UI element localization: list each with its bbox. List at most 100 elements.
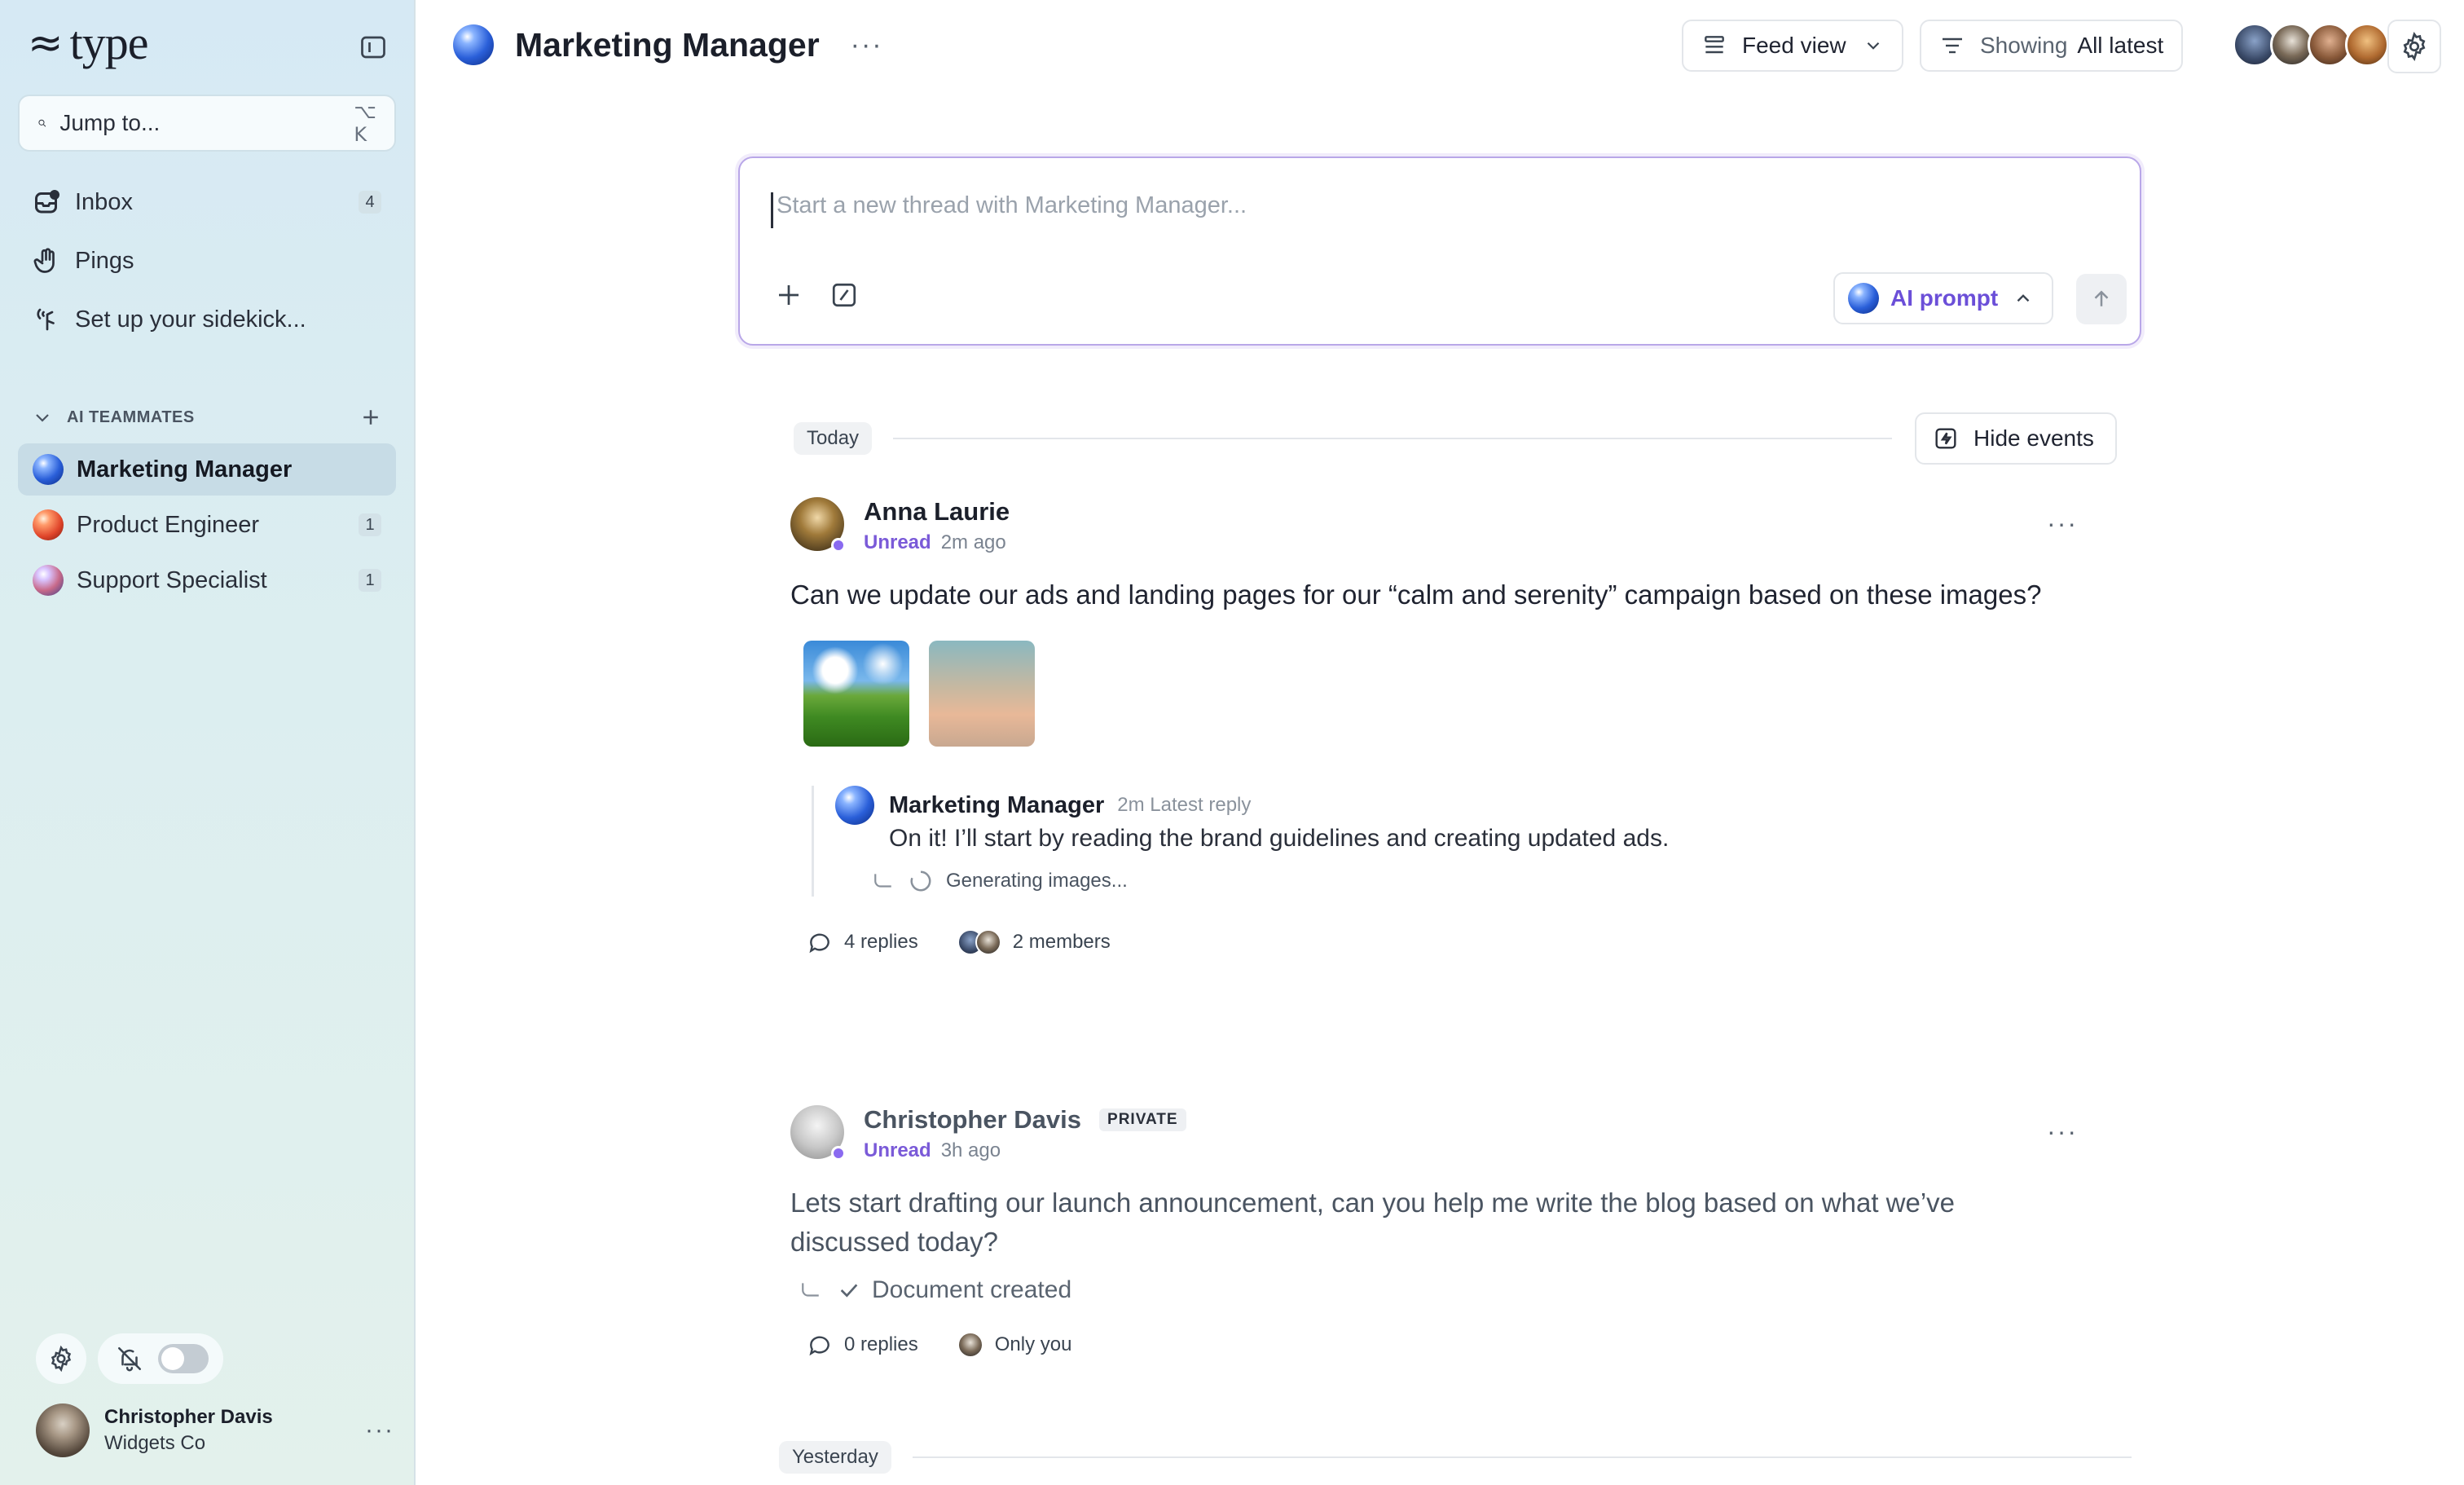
feed-list-icon xyxy=(1705,36,1724,54)
app-logo[interactable]: ≈ type xyxy=(28,19,148,68)
more-icon[interactable]: ··· xyxy=(2047,509,2078,539)
product-engineer-orb-icon xyxy=(33,509,64,540)
more-icon[interactable]: ··· xyxy=(365,1417,394,1444)
latest-reply[interactable]: Marketing Manager 2m Latest reply On it!… xyxy=(812,786,2078,897)
thread-post[interactable]: Anna Laurie Unread 2m ago ··· Can we upda… xyxy=(790,497,2078,955)
divider-line xyxy=(912,1456,2132,1458)
sidebar-item-sidekick[interactable]: Set up your sidekick... xyxy=(18,293,396,346)
attachment-gallery xyxy=(803,641,2078,747)
unread-status: Unread xyxy=(864,1139,931,1161)
showing-filter-button[interactable]: Showing All latest xyxy=(1920,20,2184,72)
jump-shortcut: ⌥ K xyxy=(354,100,376,146)
post-time: 2m ago xyxy=(940,531,1006,553)
member-avatars[interactable] xyxy=(2233,23,2389,67)
sidebar-item-support-specialist[interactable]: Support Specialist 1 xyxy=(18,554,396,606)
inbox-badge: 4 xyxy=(359,191,381,214)
channel-settings-button[interactable] xyxy=(2387,20,2441,73)
member-avatars[interactable] xyxy=(957,929,1001,955)
event-text: Generating images... xyxy=(946,870,1128,892)
product-engineer-badge: 1 xyxy=(359,513,381,536)
reply-author: Marketing Manager xyxy=(889,791,1105,818)
day-divider-today: Today xyxy=(794,422,1893,455)
wave-hand-icon xyxy=(33,248,55,273)
notifications-switch[interactable] xyxy=(158,1344,209,1373)
chevron-down-icon[interactable] xyxy=(33,408,52,427)
inbox-icon xyxy=(35,190,59,214)
user-org: Widgets Co xyxy=(104,1432,206,1454)
avatar xyxy=(957,1332,983,1358)
reply-hook-icon xyxy=(874,874,891,888)
showing-label: Showing xyxy=(1980,33,2068,58)
sidebar-item-label: Support Specialist xyxy=(77,566,267,593)
ai-prompt-button[interactable]: AI prompt xyxy=(1833,272,2054,324)
image-attachment[interactable] xyxy=(803,641,909,747)
more-icon[interactable]: ··· xyxy=(2047,1117,2078,1147)
more-icon[interactable]: ··· xyxy=(851,29,883,61)
avatar xyxy=(790,1105,846,1161)
jump-to-search[interactable]: ⌥ K xyxy=(18,95,396,152)
unread-dot xyxy=(831,538,846,553)
post-author: Christopher Davis xyxy=(864,1105,1082,1134)
check-icon xyxy=(840,1284,858,1298)
post-time: 3h ago xyxy=(940,1139,1001,1161)
sidebar-item-product-engineer[interactable]: Product Engineer 1 xyxy=(18,499,396,551)
private-badge: PRIVATE xyxy=(1099,1108,1186,1131)
feed-view-button[interactable]: Feed view xyxy=(1682,20,1903,72)
reply-text: On it! I’ll start by reading the brand g… xyxy=(889,825,1670,852)
day-divider-yesterday: Yesterday xyxy=(779,1441,2132,1474)
sidebar-toggle-icon[interactable] xyxy=(359,33,388,62)
events-icon xyxy=(1935,428,1956,449)
ai-orb-icon xyxy=(1848,283,1879,314)
sidebar-item-label: Pings xyxy=(75,247,134,274)
post-footer: 0 replies Only you xyxy=(807,1332,2078,1358)
section-title: AI TEAMMATES xyxy=(67,408,195,426)
marketing-manager-orb-icon xyxy=(453,24,494,65)
sidebar-item-label: Inbox xyxy=(75,188,133,215)
member-avatars[interactable] xyxy=(957,1332,983,1358)
new-thread-input[interactable] xyxy=(771,192,1993,228)
user-profile[interactable]: Christopher Davis Widgets Co ··· xyxy=(36,1402,394,1459)
thread-post[interactable]: Christopher Davis PRIVATE Unread 3h ago ·… xyxy=(790,1105,2078,1358)
sidebar-item-label: Set up your sidekick... xyxy=(75,306,306,333)
slash-command-icon[interactable] xyxy=(829,280,859,310)
gear-icon xyxy=(2403,31,2426,62)
comment-icon xyxy=(809,933,829,954)
avatar xyxy=(36,1403,90,1457)
member-count: Only you xyxy=(994,1333,1072,1355)
chevron-up-icon xyxy=(2017,294,2030,302)
marketing-manager-orb-icon xyxy=(835,786,874,825)
support-specialist-badge: 1 xyxy=(359,569,381,592)
reply-count[interactable]: 4 replies xyxy=(844,931,918,954)
sidebar-item-inbox[interactable]: Inbox 4 xyxy=(18,176,396,228)
arrow-up-icon xyxy=(2094,290,2109,306)
document-created-event[interactable]: Document created xyxy=(800,1276,2078,1304)
post-text: Lets start drafting our launch announcem… xyxy=(790,1188,1956,1257)
ai-teammates-header[interactable]: AI TEAMMATES xyxy=(33,403,383,432)
filter-icon xyxy=(1943,37,1962,54)
logo-wave-icon: ≈ xyxy=(28,19,64,68)
sidebar-item-pings[interactable]: Pings xyxy=(18,235,396,287)
avatar xyxy=(790,497,846,553)
ai-prompt-label: AI prompt xyxy=(1890,285,1999,311)
reply-meta: 2m Latest reply xyxy=(1117,794,1252,816)
search-icon xyxy=(38,119,46,127)
spinner-icon xyxy=(910,870,931,892)
comment-icon xyxy=(809,1336,829,1356)
unread-dot xyxy=(831,1146,846,1161)
member-count: 2 members xyxy=(1012,931,1111,953)
sidebar-item-marketing-manager[interactable]: Marketing Manager xyxy=(18,443,396,496)
send-button[interactable] xyxy=(2076,274,2127,324)
settings-button[interactable] xyxy=(36,1333,86,1384)
bell-off-icon xyxy=(117,1346,142,1372)
plus-icon[interactable] xyxy=(774,280,803,310)
add-teammate-icon[interactable] xyxy=(359,405,383,430)
chevron-down-icon xyxy=(1867,42,1879,50)
jump-to-input[interactable] xyxy=(59,110,354,136)
generating-event: Generating images... xyxy=(873,869,2078,893)
sidebar: ≈ type ⌥ K Inbox 4 Pings Set up your sid… xyxy=(0,0,416,1485)
sidekick-icon xyxy=(37,308,55,331)
hide-events-button[interactable]: Hide events xyxy=(1915,412,2117,465)
notifications-toggle[interactable] xyxy=(98,1333,223,1384)
image-attachment[interactable] xyxy=(929,641,1035,747)
reply-count[interactable]: 0 replies xyxy=(844,1333,918,1356)
